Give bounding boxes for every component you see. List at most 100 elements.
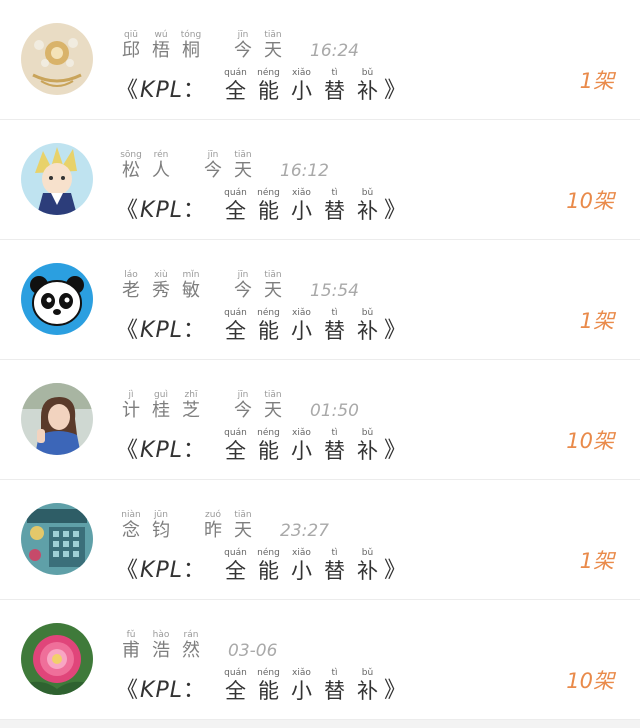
- title-close-bracket: 》: [383, 198, 406, 223]
- list-item[interactable]: fǔ 甫 hào 浩 rán 然 03-06 《 KPL： quán 全 néng 能 xiǎo 小 tì 替 b…: [0, 600, 640, 720]
- title-char-pinyin: tì: [331, 428, 338, 438]
- title-char: xiǎo 小: [285, 308, 318, 344]
- name-char: rén 人: [146, 150, 176, 182]
- title-char-hanzi: 替: [323, 199, 345, 223]
- day-char: jīn 今: [228, 270, 258, 302]
- name-char-hanzi: 松: [122, 160, 140, 181]
- plane-count: 10架: [566, 429, 614, 453]
- name-char-pinyin: guì: [154, 390, 168, 400]
- sender-meta: qiū 邱 wú 梧 tóng 桐 jīn 今 tiān 天 16:24: [116, 28, 359, 62]
- name-char-pinyin: xiù: [154, 270, 168, 280]
- title-char-hanzi: 补: [356, 319, 378, 343]
- list-item[interactable]: sōng 松 rén 人 jīn 今 tiān 天 16:12 《 KPL： quán 全 néng 能 xi…: [0, 120, 640, 240]
- sender-meta: láo 老 xiù 秀 mǐn 敏 jīn 今 tiān 天 15:54: [116, 268, 359, 302]
- sender-name[interactable]: qiū 邱 wú 梧 tóng 桐: [116, 30, 206, 62]
- title-char-pinyin: néng: [257, 548, 280, 558]
- timestamp: 15:54: [310, 281, 359, 301]
- sender-name[interactable]: láo 老 xiù 秀 mǐn 敏: [116, 270, 206, 302]
- title-colon: ：: [182, 318, 205, 343]
- title-char-hanzi: 替: [323, 319, 345, 343]
- title-char: xiǎo 小: [285, 548, 318, 584]
- avatar[interactable]: [21, 23, 93, 95]
- timestamp: 16:12: [280, 161, 329, 181]
- title-colon: ：: [182, 558, 205, 583]
- name-char-hanzi: 秀: [152, 280, 170, 301]
- title-char: tì 替: [318, 428, 351, 464]
- name-char-pinyin: hào: [152, 630, 170, 640]
- day-char: jīn 今: [228, 390, 258, 422]
- avatar[interactable]: [21, 503, 93, 575]
- day-char-pinyin: tiān: [264, 30, 282, 40]
- title-char: tì 替: [318, 308, 351, 344]
- title-char-hanzi: 全: [224, 559, 246, 583]
- list-item[interactable]: láo 老 xiù 秀 mǐn 敏 jīn 今 tiān 天 15:54 《 KPL： quán 全 néng…: [0, 240, 640, 360]
- title-char-pinyin: quán: [224, 548, 247, 558]
- title-char-pinyin: tì: [331, 668, 338, 678]
- name-char: hào 浩: [146, 630, 176, 662]
- name-char: jūn 钧: [146, 510, 176, 542]
- name-char: tóng 桐: [176, 30, 206, 62]
- title-open-bracket: 《: [116, 198, 139, 223]
- name-char: wú 梧: [146, 30, 176, 62]
- sender-name[interactable]: sōng 松 rén 人: [116, 150, 176, 182]
- avatar[interactable]: [21, 383, 93, 455]
- name-char-hanzi: 敏: [182, 280, 200, 301]
- avatar[interactable]: [21, 143, 93, 215]
- title-char-hanzi: 全: [224, 79, 246, 103]
- name-char-pinyin: tóng: [180, 30, 202, 40]
- avatar[interactable]: [21, 263, 93, 335]
- list-item[interactable]: niàn 念 jūn 钧 zuó 昨 tiān 天 23:27 《 KPL： quán 全 néng 能 xi…: [0, 480, 640, 600]
- day-label: jīn 今 tiān 天: [228, 30, 288, 62]
- title-char-pinyin: tì: [331, 68, 338, 78]
- day-label: jīn 今 tiān 天: [198, 150, 258, 182]
- day-char-pinyin: tiān: [234, 150, 252, 160]
- avatar[interactable]: [21, 623, 93, 695]
- list-item[interactable]: jì 计 guì 桂 zhī 芝 jīn 今 tiān 天 01:50 《 KPL： quán 全 néng 能…: [0, 360, 640, 480]
- timestamp: 23:27: [280, 521, 329, 541]
- gift-title: 《 KPL： quán 全 néng 能 xiǎo 小 tì 替 bǔ 补》: [116, 64, 406, 104]
- title-char: tì 替: [318, 188, 351, 224]
- title-char: néng 能: [252, 548, 285, 584]
- list-item[interactable]: qiū 邱 wú 梧 tóng 桐 jīn 今 tiān 天 16:24 《 KPL： quán 全 néng…: [0, 0, 640, 120]
- title-char: tì 替: [318, 668, 351, 704]
- day-char: zuó 昨: [198, 510, 228, 542]
- day-char-pinyin: tiān: [264, 270, 282, 280]
- title-char-pinyin: bǔ: [361, 308, 374, 318]
- title-char-pinyin: néng: [257, 668, 280, 678]
- title-char-hanzi: 能: [257, 79, 279, 103]
- day-char-hanzi: 今: [234, 280, 252, 301]
- day-char: tiān 天: [258, 270, 288, 302]
- title-char-pinyin: xiǎo: [292, 308, 311, 318]
- name-char-hanzi: 然: [182, 640, 200, 661]
- title-char-hanzi: 能: [257, 679, 279, 703]
- title-char: bǔ 补: [351, 428, 384, 464]
- title-char-pinyin: néng: [257, 68, 280, 78]
- timestamp: 16:24: [310, 41, 359, 61]
- day-char: jīn 今: [228, 30, 258, 62]
- sender-name[interactable]: fǔ 甫 hào 浩 rán 然: [116, 630, 206, 662]
- name-char-pinyin: jūn: [154, 510, 168, 520]
- day-char-hanzi: 今: [204, 160, 222, 181]
- sender-name[interactable]: niàn 念 jūn 钧: [116, 510, 176, 542]
- title-char: bǔ 补: [351, 188, 384, 224]
- day-char: jīn 今: [198, 150, 228, 182]
- title-char-pinyin: xiǎo: [292, 428, 311, 438]
- sender-name[interactable]: jì 计 guì 桂 zhī 芝: [116, 390, 206, 422]
- name-char-hanzi: 钧: [152, 520, 170, 541]
- name-char: qiū 邱: [116, 30, 146, 62]
- title-char-pinyin: bǔ: [361, 548, 374, 558]
- title-char: néng 能: [252, 428, 285, 464]
- name-char-hanzi: 桐: [182, 40, 200, 61]
- day-char-hanzi: 今: [234, 400, 252, 421]
- title-char: xiǎo 小: [285, 668, 318, 704]
- title-char: tì 替: [318, 68, 351, 104]
- name-char-pinyin: láo: [124, 270, 138, 280]
- sender-meta: jì 计 guì 桂 zhī 芝 jīn 今 tiān 天 01:50: [116, 388, 359, 422]
- name-char-hanzi: 甫: [122, 640, 140, 661]
- name-char-pinyin: niàn: [121, 510, 141, 520]
- plane-count: 1架: [579, 69, 614, 93]
- title-text: quán 全 néng 能 xiǎo 小 tì 替 bǔ 补: [219, 548, 384, 584]
- day-char-hanzi: 今: [234, 40, 252, 61]
- title-char: néng 能: [252, 188, 285, 224]
- title-char-pinyin: bǔ: [361, 668, 374, 678]
